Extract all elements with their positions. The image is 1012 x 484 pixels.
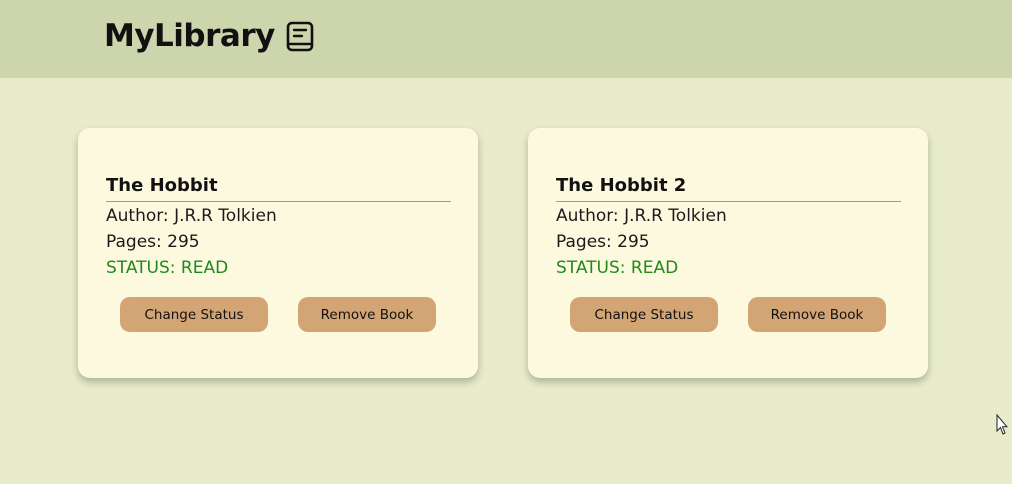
book-author: Author: J.R.R Tolkien xyxy=(556,206,727,226)
book-status: STATUS: READ xyxy=(556,258,679,278)
remove-book-button[interactable]: Remove Book xyxy=(298,297,436,332)
book-pages: Pages: 295 xyxy=(106,232,200,252)
book-status: STATUS: READ xyxy=(106,258,229,278)
book-title: The Hobbit 2 xyxy=(556,174,901,202)
app-title: MyLibrary xyxy=(104,18,275,54)
remove-book-button[interactable]: Remove Book xyxy=(748,297,886,332)
app-header: MyLibrary xyxy=(0,0,1012,78)
change-status-button[interactable]: Change Status xyxy=(570,297,718,332)
change-status-button[interactable]: Change Status xyxy=(120,297,268,332)
mouse-cursor-icon xyxy=(996,413,1009,436)
book-author: Author: J.R.R Tolkien xyxy=(106,206,277,226)
book-card: The Hobbit 2 Author: J.R.R Tolkien Pages… xyxy=(528,128,928,378)
book-icon xyxy=(285,20,315,54)
book-pages: Pages: 295 xyxy=(556,232,650,252)
book-card: The Hobbit Author: J.R.R Tolkien Pages: … xyxy=(78,128,478,378)
book-title: The Hobbit xyxy=(106,174,451,202)
brand: MyLibrary xyxy=(104,18,315,54)
